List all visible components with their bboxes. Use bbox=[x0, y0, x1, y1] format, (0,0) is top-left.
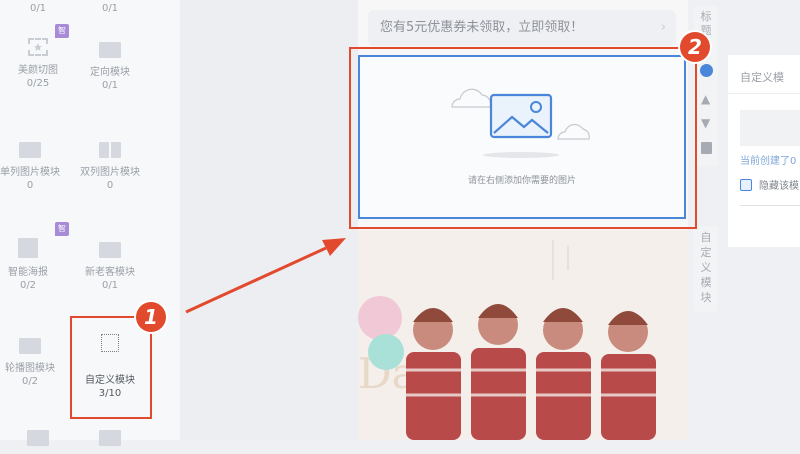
hide-module-checkbox[interactable] bbox=[740, 179, 752, 191]
single-image-icon bbox=[19, 142, 41, 158]
canvas-gutter bbox=[180, 0, 358, 440]
step-1-badge: 1 bbox=[136, 302, 166, 332]
gear-icon[interactable] bbox=[700, 64, 713, 77]
kids-photo: Da bbox=[358, 230, 688, 440]
module-count: 0/2 bbox=[19, 280, 37, 291]
module-count: 0/1 bbox=[101, 3, 119, 14]
module-count: 0/1 bbox=[29, 3, 47, 14]
step-2-badge: 2 bbox=[680, 32, 710, 62]
image-icon bbox=[99, 42, 121, 58]
module-item[interactable]: 0/1 bbox=[0, 2, 76, 15]
module-new-old-customer[interactable]: 新老客模块 0/1 bbox=[72, 242, 148, 292]
custom-module-tab[interactable]: 自定义模块 bbox=[694, 226, 718, 312]
module-label: 美颜切图 bbox=[18, 65, 58, 76]
trash-icon[interactable] bbox=[701, 142, 712, 154]
module-label: 新老客模块 bbox=[85, 267, 135, 278]
module-targeting[interactable]: 定向模块 0/1 bbox=[72, 42, 148, 92]
module-item[interactable]: 0/1 bbox=[72, 2, 148, 15]
module-double-image[interactable]: 双列图片模块 0 bbox=[72, 142, 148, 192]
settings-panel-title: 自定义模 bbox=[740, 71, 784, 84]
module-count: 0/1 bbox=[101, 280, 119, 291]
smart-badge: 智 bbox=[55, 24, 69, 38]
custom-module-tab-label: 自定义模块 bbox=[700, 231, 712, 304]
hide-module-label: 隐藏该模 bbox=[759, 181, 799, 192]
module-count: 0/2 bbox=[21, 376, 39, 387]
highlight-image-placeholder bbox=[349, 47, 697, 229]
poster-icon bbox=[18, 238, 38, 258]
carousel-icon bbox=[19, 338, 41, 354]
module-label: 单列图片模块 bbox=[0, 167, 60, 178]
arrow-down-icon[interactable]: ▼ bbox=[701, 116, 710, 130]
module-count: 0 bbox=[106, 180, 114, 191]
arrow-up-icon[interactable]: ▲ bbox=[701, 92, 710, 106]
coupon-text: 您有5元优惠券未领取，立即领取！ bbox=[380, 20, 584, 35]
module-item[interactable] bbox=[0, 430, 76, 454]
component-actions: ▲ ▼ bbox=[694, 58, 718, 166]
divider bbox=[728, 93, 800, 94]
settings-panel: 自定义模 当前创建了0 隐藏该模 bbox=[728, 55, 800, 247]
divider bbox=[740, 205, 800, 206]
module-item[interactable] bbox=[72, 430, 148, 454]
module-carousel[interactable]: 轮播图模块 0/2 bbox=[0, 338, 68, 388]
module-icon bbox=[99, 430, 121, 446]
customer-icon bbox=[99, 242, 121, 258]
coupon-bar[interactable]: 您有5元优惠券未领取，立即领取！ › bbox=[368, 10, 676, 46]
double-image-icon bbox=[99, 142, 121, 158]
module-label: 双列图片模块 bbox=[80, 167, 140, 178]
module-beauty-cut[interactable]: 智 美颜切图 0/25 bbox=[0, 24, 76, 90]
module-smart-poster[interactable]: 智 智能海报 0/2 bbox=[0, 222, 69, 292]
module-label: 轮播图模块 bbox=[5, 363, 55, 374]
highlight-custom-module bbox=[70, 316, 152, 419]
module-count: 0/25 bbox=[26, 78, 50, 89]
smart-badge: 智 bbox=[55, 222, 69, 236]
upload-area[interactable] bbox=[740, 110, 800, 146]
module-count: 0 bbox=[26, 180, 34, 191]
crop-star-icon bbox=[28, 38, 48, 56]
module-icon bbox=[27, 430, 49, 446]
module-label: 智能海报 bbox=[8, 267, 48, 278]
module-count: 0/1 bbox=[101, 80, 119, 91]
chevron-right-icon: › bbox=[660, 20, 666, 35]
module-label: 定向模块 bbox=[90, 67, 130, 78]
created-count-text: 当前创建了0 bbox=[740, 156, 797, 167]
module-single-image[interactable]: 单列图片模块 0 bbox=[0, 142, 68, 192]
